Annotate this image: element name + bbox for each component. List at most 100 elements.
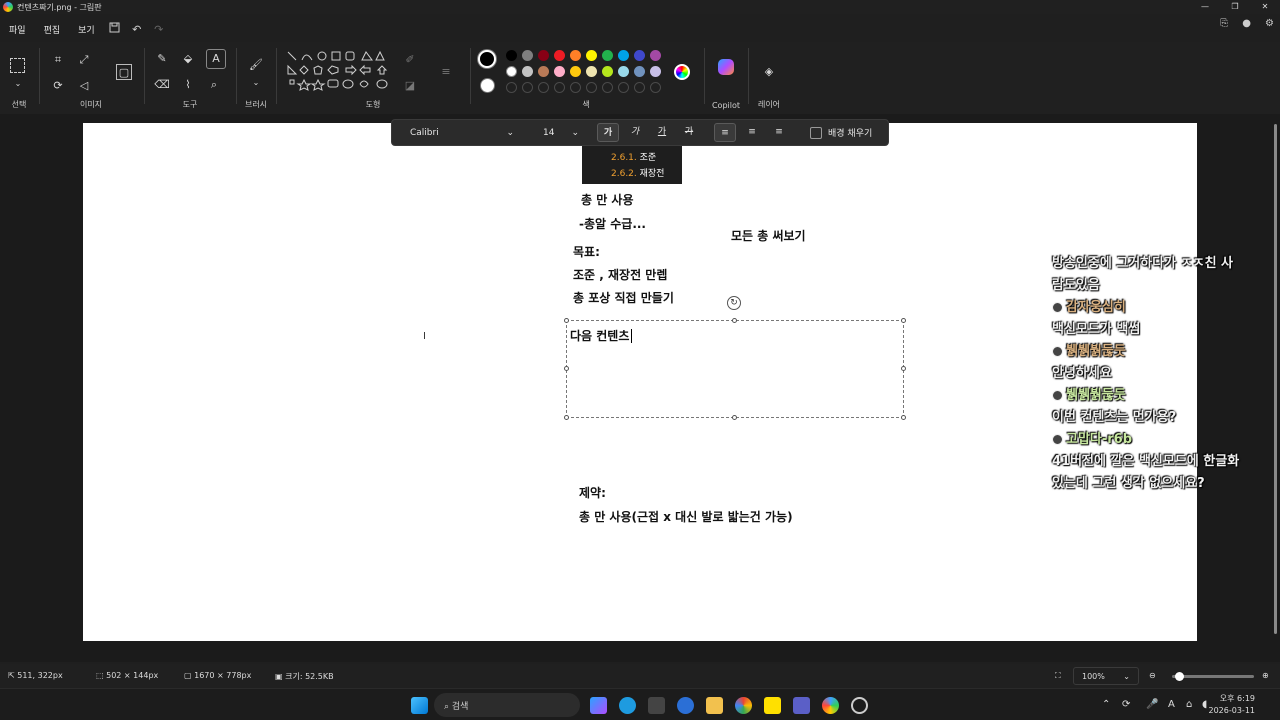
shapes-gallery[interactable] (286, 50, 396, 102)
zoom-out-icon[interactable]: ⊖ (1149, 671, 1156, 680)
palette-swatch[interactable] (570, 66, 581, 77)
store-icon[interactable] (648, 697, 665, 714)
resize-handle[interactable] (732, 318, 737, 323)
menu-edit[interactable]: 편집 (35, 23, 70, 36)
close-button[interactable]: ✕ (1250, 0, 1280, 14)
text-tool-icon[interactable]: A (206, 49, 226, 69)
palette-swatch[interactable] (506, 50, 517, 61)
resize-handle[interactable] (901, 318, 906, 323)
mic-icon[interactable]: 🎤 (1146, 699, 1158, 710)
canvas[interactable]: 2.6.1. 조준 2.6.2. 재장전 총 만 사용 -총알 수급... 모든… (83, 123, 1197, 641)
palette-swatch[interactable] (586, 50, 597, 61)
chrome-icon[interactable] (735, 697, 752, 714)
image-edit-icon[interactable]: ▢ (116, 64, 132, 80)
kakaotalk-icon[interactable] (764, 697, 781, 714)
align-center-icon[interactable]: ≡ (741, 123, 763, 142)
palette-swatch[interactable] (522, 50, 533, 61)
app-icon[interactable] (677, 697, 694, 714)
primary-color[interactable] (478, 50, 496, 68)
shape-size-icon[interactable]: ≡ (438, 64, 454, 80)
account-icon[interactable]: ● (1242, 18, 1251, 29)
flip-icon[interactable]: ◁ (76, 78, 92, 94)
share-icon[interactable]: ⎘ (1220, 18, 1228, 29)
palette-swatch[interactable] (570, 50, 581, 61)
resize-handle[interactable] (901, 415, 906, 420)
palette-swatch[interactable] (618, 66, 629, 77)
custom-color-swatch[interactable] (618, 82, 629, 93)
resize-handle[interactable] (732, 415, 737, 420)
underline-button[interactable]: 가 (651, 123, 673, 142)
custom-color-swatch[interactable] (634, 82, 645, 93)
resize-icon[interactable]: ⤢ (76, 52, 92, 68)
network-icon[interactable]: ⌂ (1186, 699, 1192, 710)
zoom-select[interactable]: 100% ⌄ (1073, 667, 1139, 685)
custom-color-swatch[interactable] (570, 82, 581, 93)
menu-view[interactable]: 보기 (69, 23, 104, 36)
search-box[interactable]: ⌕ 검색 (434, 693, 580, 717)
shape-fill-icon[interactable]: ◪ (402, 78, 418, 94)
rotate-handle-icon[interactable]: ↻ (727, 296, 741, 310)
outline-icon[interactable]: ✐ (402, 52, 418, 68)
resize-handle[interactable] (564, 366, 569, 371)
layers-icon[interactable]: ◈ (761, 64, 777, 80)
checkbox-icon[interactable] (810, 126, 822, 139)
crop-icon[interactable]: ⌗ (50, 52, 66, 68)
minimize-button[interactable]: — (1190, 0, 1220, 14)
save-icon[interactable] (104, 22, 126, 36)
resize-handle[interactable] (564, 318, 569, 323)
fit-icon[interactable]: ⛶ (1055, 671, 1061, 681)
teams-icon[interactable] (793, 697, 810, 714)
align-right-icon[interactable]: ≡ (768, 123, 790, 142)
edge-icon[interactable] (619, 697, 636, 714)
palette-swatch[interactable] (650, 50, 661, 61)
palette-swatch[interactable] (538, 50, 549, 61)
font-size-select[interactable]: 14 ⌄ (537, 123, 583, 142)
custom-color-swatch[interactable] (650, 82, 661, 93)
palette-swatch[interactable] (538, 66, 549, 77)
text-editing[interactable]: 다음 컨텐츠 (570, 327, 633, 344)
palette-swatch[interactable] (634, 66, 645, 77)
start-icon[interactable] (411, 697, 428, 714)
palette-swatch[interactable] (650, 66, 661, 77)
resize-handle[interactable] (901, 366, 906, 371)
zoom-in-icon[interactable]: ⊕ (1262, 671, 1269, 680)
obs-icon[interactable] (851, 697, 868, 714)
settings-icon[interactable]: ⚙ (1265, 18, 1274, 29)
folder-icon[interactable] (706, 697, 723, 714)
sync-icon[interactable]: ⟳ (1122, 699, 1130, 710)
vertical-scrollbar[interactable] (1274, 114, 1278, 634)
italic-button[interactable]: 가 (624, 123, 646, 142)
ime-indicator[interactable]: A (1168, 699, 1175, 710)
copilot-taskbar-icon[interactable] (590, 697, 607, 714)
palette-swatch[interactable] (522, 66, 533, 77)
palette-swatch[interactable] (602, 50, 613, 61)
custom-color-swatch[interactable] (522, 82, 533, 93)
palette-swatch[interactable] (554, 66, 565, 77)
menu-file[interactable]: 파일 (0, 23, 35, 36)
undo-icon[interactable]: ↶ (126, 23, 148, 36)
maximize-button[interactable]: ❐ (1220, 0, 1250, 14)
magnifier-icon[interactable]: ⌕ (206, 77, 222, 93)
palette-swatch[interactable] (554, 50, 565, 61)
chevron-down-icon[interactable]: ⌄ (248, 75, 264, 91)
rotate-icon[interactable]: ⟳ (50, 78, 66, 94)
paint-taskbar-icon[interactable] (822, 697, 839, 714)
fill-background-toggle[interactable]: 배경 채우기 (810, 126, 872, 139)
redo-icon[interactable]: ↷ (148, 23, 170, 36)
palette-swatch[interactable] (602, 66, 613, 77)
custom-color-swatch[interactable] (554, 82, 565, 93)
copilot-icon[interactable] (718, 59, 734, 75)
secondary-color[interactable] (480, 78, 495, 93)
custom-color-swatch[interactable] (586, 82, 597, 93)
bold-button[interactable]: 가 (597, 123, 619, 142)
select-icon[interactable] (10, 58, 25, 73)
font-family-select[interactable]: Calibri ⌄ (402, 123, 522, 142)
fill-icon[interactable]: ⬙ (180, 51, 196, 67)
palette-swatch[interactable] (586, 66, 597, 77)
edit-colors-icon[interactable] (674, 64, 690, 80)
palette-swatch[interactable] (618, 50, 629, 61)
color-picker-icon[interactable]: ⌇ (180, 77, 196, 93)
clock[interactable]: 오후 6:19 2026-03-11 (1209, 693, 1256, 717)
custom-color-swatch[interactable] (602, 82, 613, 93)
palette-swatch[interactable] (506, 66, 517, 77)
